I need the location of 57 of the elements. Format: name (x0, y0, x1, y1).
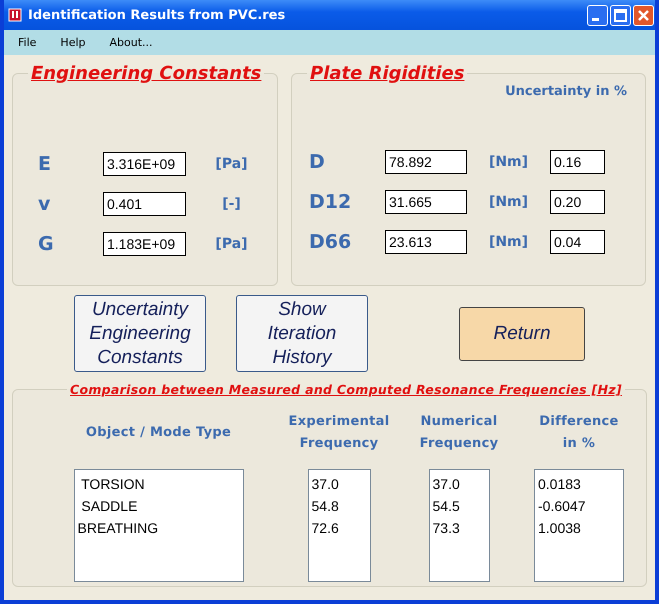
list-item: 37.0 (432, 475, 460, 494)
action-button[interactable]: Return (459, 306, 585, 360)
uncertainty-field[interactable]: 0.04 (550, 230, 605, 254)
menu-item[interactable]: About... (110, 36, 153, 49)
panel-title: Engineering Constants (30, 63, 262, 84)
value-field[interactable]: 78.892 (385, 150, 467, 174)
panel-title: Plate Rigidities (309, 63, 466, 84)
uncertainty-field[interactable]: 0.20 (550, 190, 605, 214)
list-item: SADDLE (80, 497, 138, 516)
list-box[interactable]: 37.0 54.8 72.6 (308, 469, 370, 582)
minimize-button[interactable] (587, 4, 608, 26)
minimize-icon (592, 18, 599, 20)
list-box[interactable]: 0.0183 -0.6047 1.0038 (534, 469, 624, 582)
parameter-label: E (37, 153, 51, 175)
value-field[interactable]: 1.183E+09 (103, 232, 186, 256)
parameter-label: D66 (308, 231, 352, 253)
unit-label: [Pa] (215, 236, 248, 252)
parameter-label: D12 (308, 191, 352, 213)
list-box[interactable]: 37.0 54.5 73.3 (428, 469, 490, 582)
menu-item[interactable]: File (18, 36, 36, 49)
unit-label: [Nm] (488, 194, 528, 210)
list-item: TORSION (80, 475, 145, 494)
list-box[interactable]: TORSION SADDLE BREATHING (74, 469, 244, 582)
value-field[interactable]: 3.316E+09 (103, 152, 186, 176)
value-field[interactable]: 0.401 (103, 192, 186, 216)
maximize-button[interactable] (610, 4, 631, 26)
close-button[interactable] (633, 4, 654, 26)
unit-label: [-] (222, 196, 241, 212)
parameter-label: v (37, 193, 50, 215)
window-title: Identification Results from PVC.res (28, 8, 286, 22)
list-item: 0.0183 (538, 475, 581, 494)
unit-label: [Nm] (488, 234, 528, 250)
app-icon (8, 8, 22, 22)
column-heading: Experimental Frequency (288, 413, 390, 453)
list-item: 37.0 (312, 475, 339, 494)
list-item: 54.8 (312, 497, 339, 516)
value-field[interactable]: 23.613 (385, 230, 467, 254)
unit-label: [Pa] (215, 156, 248, 172)
action-button[interactable]: Uncertainty Engineering Constants (74, 295, 206, 372)
uncertainty-field[interactable]: 0.16 (550, 150, 605, 174)
list-item: -0.6047 (538, 497, 586, 516)
menu-item[interactable]: Help (60, 36, 86, 49)
column-heading: Numerical Frequency (420, 413, 498, 453)
parameter-label: G (37, 233, 54, 255)
value-field[interactable]: 31.665 (385, 190, 467, 214)
column-heading: Difference in % (539, 413, 619, 453)
list-item: 1.0038 (538, 519, 581, 538)
column-heading: Object / Mode Type (86, 424, 232, 442)
panel-title: Comparison between Measured and Computed Resonance Frequencies [Hz] (69, 382, 623, 397)
list-item: 72.6 (312, 519, 339, 538)
list-item: BREATHING (78, 519, 158, 538)
action-button[interactable]: Show Iteration History (236, 295, 368, 372)
unit-label: [Nm] (488, 154, 528, 170)
uncertainty-heading: Uncertainty in % (505, 84, 627, 99)
list-item: 54.5 (432, 497, 460, 516)
list-item: 73.3 (432, 519, 460, 538)
parameter-label: D (308, 151, 325, 173)
